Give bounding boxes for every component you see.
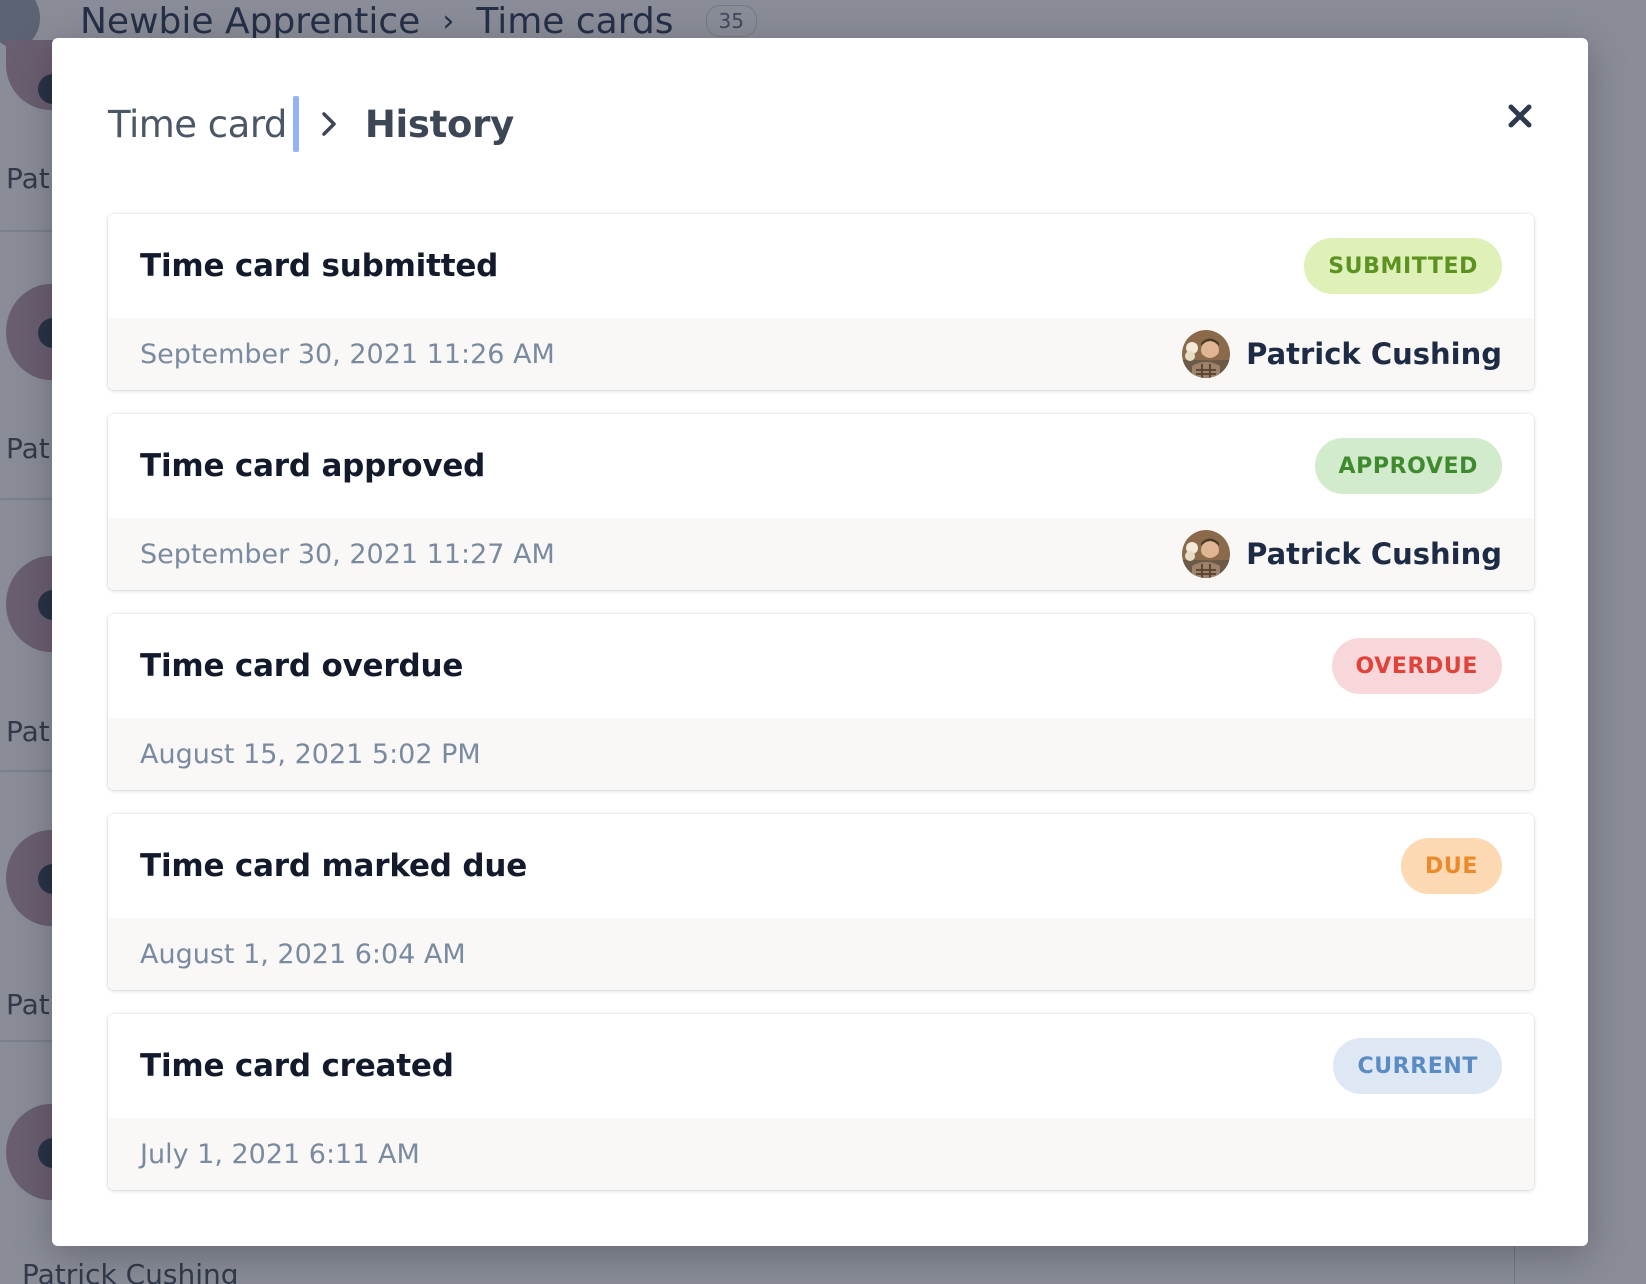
status-badge: CURRENT (1333, 1038, 1502, 1094)
status-badge: DUE (1401, 838, 1502, 894)
history-event: Time card submitted SUBMITTED September … (108, 214, 1534, 390)
breadcrumb-time-card[interactable]: Time card (108, 103, 287, 146)
avatar (1182, 330, 1231, 378)
close-icon (1507, 103, 1533, 133)
history-event: Time card marked due DUE August 1, 2021 … (108, 814, 1534, 990)
history-event: Time card approved APPROVED September 30… (108, 414, 1534, 590)
event-user[interactable]: Patrick Cushing (1182, 530, 1502, 578)
event-date: September 30, 2021 11:26 AM (140, 338, 555, 370)
event-date: August 15, 2021 5:02 PM (140, 738, 481, 770)
status-badge: OVERDUE (1331, 638, 1502, 694)
breadcrumb-history: History (364, 102, 514, 146)
avatar (1182, 530, 1231, 578)
breadcrumb: Time card History (108, 94, 514, 154)
history-event: Time card created CURRENT July 1, 2021 6… (108, 1014, 1534, 1190)
status-badge: SUBMITTED (1304, 238, 1502, 294)
event-title: Time card overdue (140, 648, 464, 684)
event-date: July 1, 2021 6:11 AM (140, 1138, 420, 1170)
event-title: Time card submitted (140, 248, 499, 284)
event-title: Time card approved (140, 448, 486, 484)
user-name: Patrick Cushing (1246, 537, 1502, 571)
close-button[interactable] (1502, 100, 1538, 136)
user-name: Patrick Cushing (1246, 337, 1502, 371)
event-user[interactable]: Patrick Cushing (1182, 330, 1502, 378)
event-title: Time card marked due (140, 848, 528, 884)
history-list: Time card submitted SUBMITTED September … (108, 214, 1534, 1190)
event-date: August 1, 2021 6:04 AM (140, 938, 466, 970)
event-date: September 30, 2021 11:27 AM (140, 538, 555, 570)
status-badge: APPROVED (1314, 438, 1502, 494)
history-event: Time card overdue OVERDUE August 15, 202… (108, 614, 1534, 790)
chevron-right-icon (311, 106, 347, 142)
text-cursor (292, 96, 299, 152)
history-modal: Time card History Time card submitted SU… (52, 38, 1588, 1246)
event-title: Time card created (140, 1048, 454, 1084)
